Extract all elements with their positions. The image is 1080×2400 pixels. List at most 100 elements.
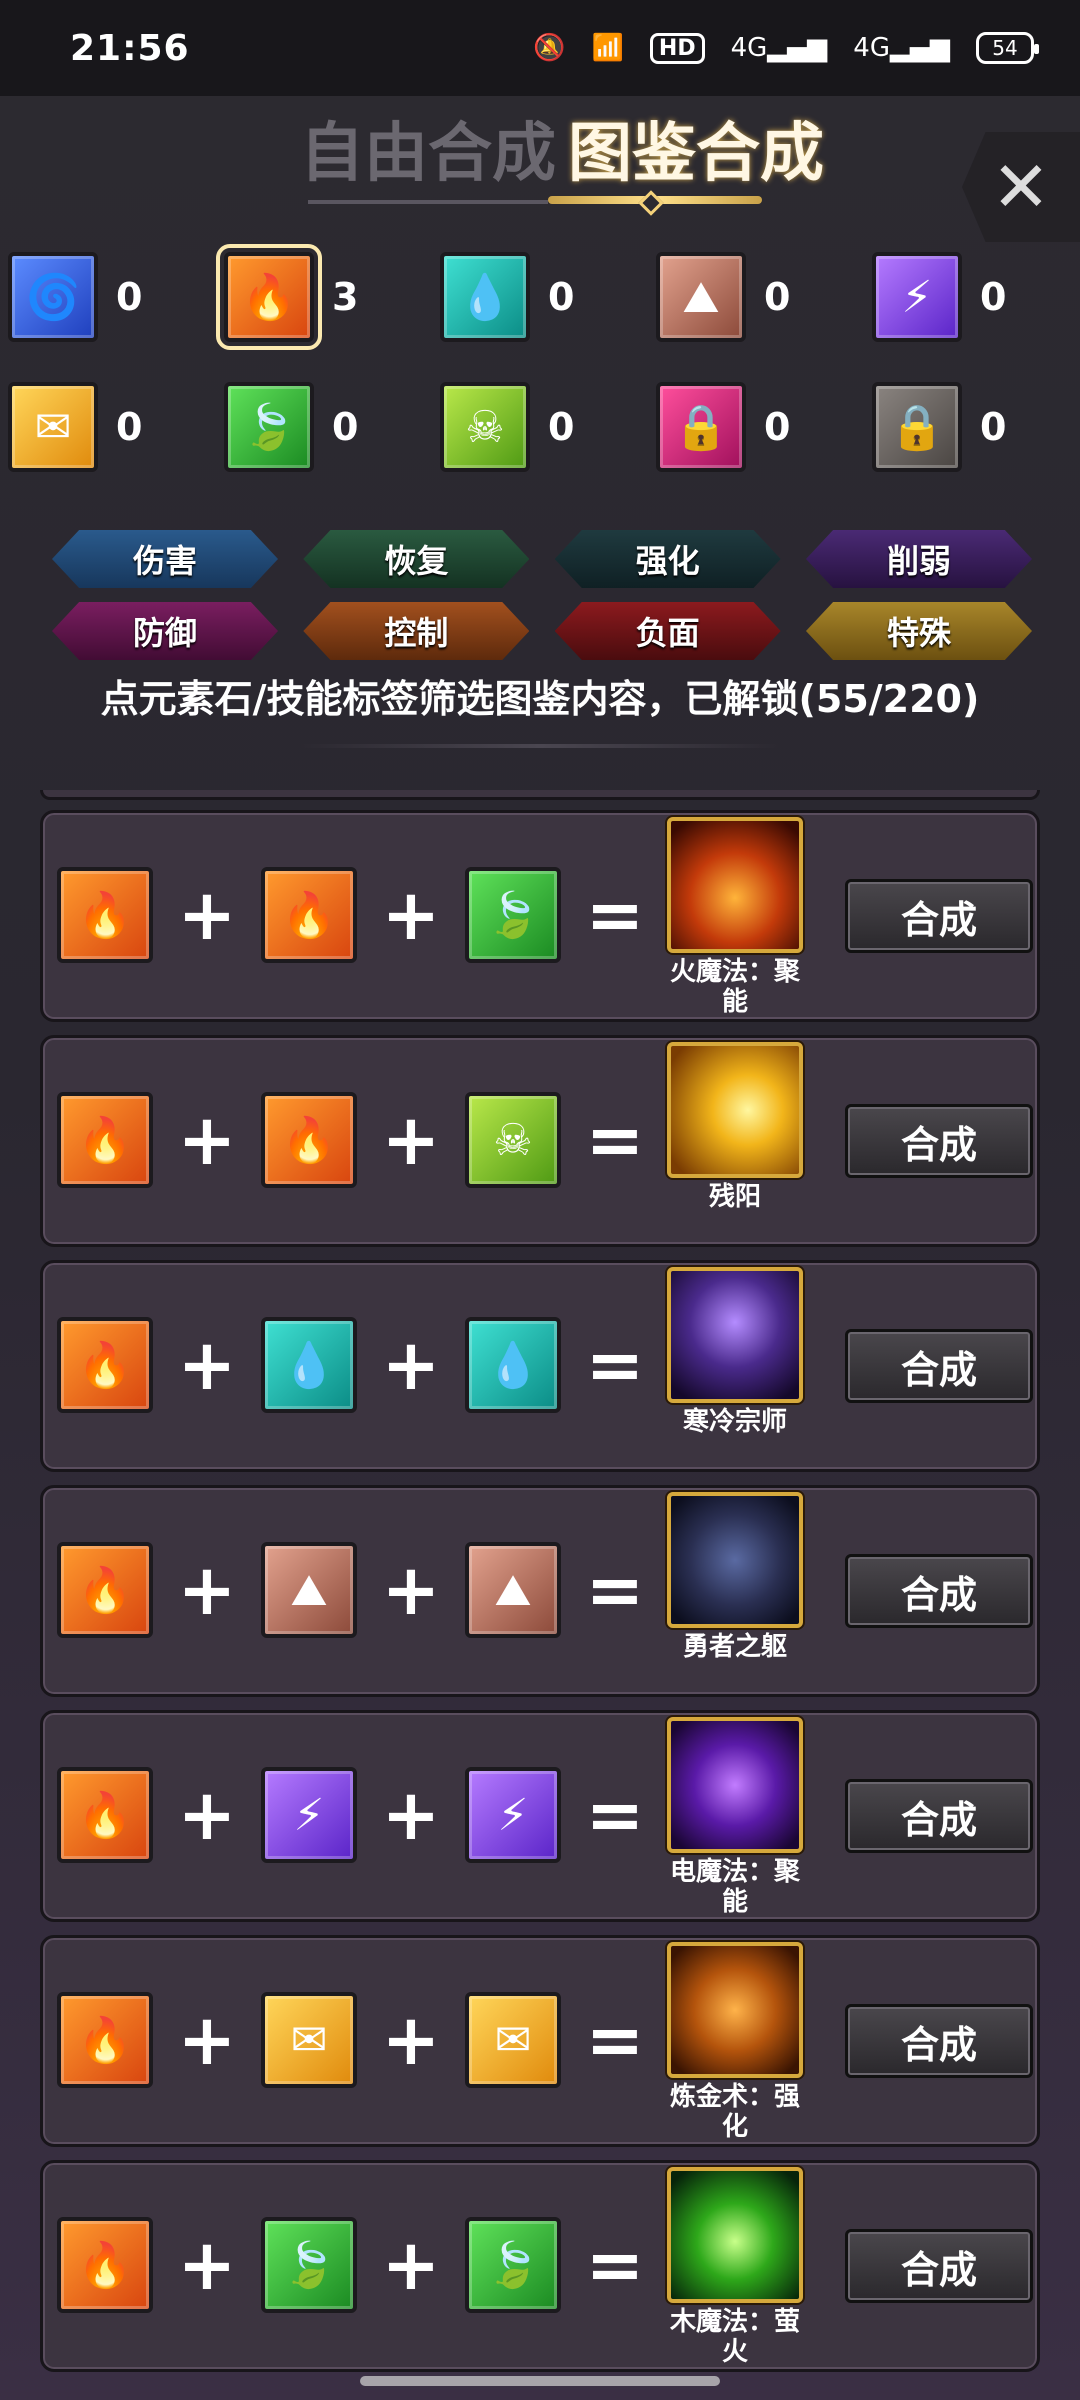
tag-row: 伤害 恢复 强化 削弱 [52, 530, 1032, 588]
combine-button[interactable]: 合成 [845, 1329, 1033, 1403]
plus-icon: + [177, 1549, 237, 1631]
earth-gem-icon: ⛰ [261, 1542, 357, 1638]
tab-codex-synthesis[interactable]: 图鉴合成 [568, 102, 824, 194]
recipe-result[interactable]: 寒冷宗师 [665, 1267, 805, 1437]
recipe-formula: 🔥 + 💧 + 💧 = [57, 1317, 669, 1413]
gem-filter-water[interactable]: 💧 0 [432, 246, 648, 348]
combine-button[interactable]: 合成 [845, 2004, 1033, 2078]
signal-icon-2: 4G ▂▄▆ [853, 33, 950, 63]
earth-gem-icon[interactable]: ⛰ [656, 252, 746, 342]
wood-gem-icon[interactable]: 🍃 [224, 382, 314, 472]
fire-gem-icon: 🔥 [57, 867, 153, 963]
plus-icon: + [177, 1324, 237, 1406]
combine-button[interactable]: 合成 [845, 1104, 1033, 1178]
recipe-formula: 🔥 + ⛰ + ⛰ = [57, 1542, 669, 1638]
poison-gem-icon[interactable]: ☠ [440, 382, 530, 472]
plus-icon: + [381, 1549, 441, 1631]
previous-card-edge [40, 790, 1040, 800]
alchemy-icon [667, 1942, 803, 2078]
combine-button[interactable]: 合成 [845, 1554, 1033, 1628]
recipe-result[interactable]: 电魔法：聚能 [665, 1717, 805, 1917]
gem-filter-poison[interactable]: ☠ 0 [432, 376, 648, 478]
result-name: 木魔法：萤火 [669, 2307, 800, 2367]
home-indicator[interactable] [360, 2376, 720, 2386]
recipe-result[interactable]: 木魔法：萤火 [665, 2167, 805, 2367]
hd-icon: HD [649, 32, 705, 64]
equals-icon: = [585, 1099, 645, 1181]
plus-icon: + [381, 1324, 441, 1406]
tag-heal[interactable]: 恢复 [303, 530, 530, 588]
lock-icon[interactable]: 🔒 [656, 382, 746, 472]
recipe-formula: 🔥 + 🔥 + 🍃 = [57, 867, 669, 963]
gem-count: 0 [332, 405, 359, 449]
tab-free-synthesis[interactable]: 自由合成 [300, 102, 556, 194]
combine-button[interactable]: 合成 [845, 2229, 1033, 2303]
plus-icon: + [381, 874, 441, 956]
thunder-gem-icon[interactable]: ⚡ [872, 252, 962, 342]
gold-gem-icon[interactable]: ✉ [8, 382, 98, 472]
gem-count: 0 [764, 275, 791, 319]
gem-filter-locked-gray[interactable]: 🔒 0 [864, 376, 1080, 478]
gem-filter-gold[interactable]: ✉ 0 [0, 376, 216, 478]
tag-buff[interactable]: 强化 [554, 530, 781, 588]
recipe-card: 🔥 + 🔥 + 🍃 = 火魔法：聚能 合成 [40, 810, 1040, 1022]
recipe-result[interactable]: 炼金术：强化 [665, 1942, 805, 2142]
tag-negative[interactable]: 负面 [554, 602, 781, 660]
recipe-list[interactable]: 🔥 + 🔥 + 🍃 = 火魔法：聚能 合成 🔥 + 🔥 + ☠ = 残阳 合成 [40, 790, 1040, 2400]
gold-gem-icon: ✉ [261, 1992, 357, 2088]
wood-gem-icon: 🍃 [465, 867, 561, 963]
filter-hint-text: 点元素石/技能标签筛选图鉴内容，已解锁(55/220) [100, 677, 980, 721]
diamond-icon [638, 190, 664, 216]
recipe-result[interactable]: 火魔法：聚能 [665, 817, 805, 1017]
gold-gem-icon: ✉ [465, 1992, 561, 2088]
gem-filter-fire[interactable]: 🔥 3 [216, 244, 432, 350]
gem-filter-locked-pink[interactable]: 🔒 0 [648, 376, 864, 478]
fire-gem-icon: 🔥 [57, 1767, 153, 1863]
equals-icon: = [585, 1324, 645, 1406]
tag-row: 防御 控制 负面 特殊 [52, 602, 1032, 660]
gem-filter-wind[interactable]: 🌀 0 [0, 246, 216, 348]
gem-count: 0 [764, 405, 791, 449]
gem-filter-earth[interactable]: ⛰ 0 [648, 246, 864, 348]
status-icons: 🔕 📶 HD 4G ▂▄▆ 4G ▂▄▆ 54 [533, 32, 1039, 64]
recipe-result[interactable]: 勇者之躯 [665, 1492, 805, 1662]
plus-icon: + [381, 1999, 441, 2081]
signal-icon-1: 4G ▂▄▆ [730, 33, 828, 63]
fire-gem-icon: 🔥 [57, 2217, 153, 2313]
tag-damage[interactable]: 伤害 [52, 530, 278, 588]
plus-icon: + [177, 1999, 237, 2081]
tab-divider [308, 200, 548, 204]
fire-gem-icon: 🔥 [57, 1317, 153, 1413]
gem-row: ✉ 0 🍃 0 ☠ 0 🔒 0 🔒 0 [0, 376, 1080, 478]
recipe-formula: 🔥 + 🔥 + ☠ = [57, 1092, 669, 1188]
recipe-card: 🔥 + ✉ + ✉ = 炼金术：强化 合成 [40, 1935, 1040, 2147]
gem-filter-wood[interactable]: 🍃 0 [216, 376, 432, 478]
thunder-gem-icon: ⚡ [261, 1767, 357, 1863]
plus-icon: + [381, 2224, 441, 2306]
plus-icon: + [381, 1774, 441, 1856]
sun-burst-icon [667, 1042, 803, 1178]
wind-gem-icon[interactable]: 🌀 [8, 252, 98, 342]
water-gem-icon[interactable]: 💧 [440, 252, 530, 342]
header: 自由合成 图鉴合成 ✕ [0, 96, 1080, 242]
plus-icon: + [381, 1099, 441, 1181]
lock-icon[interactable]: 🔒 [872, 382, 962, 472]
gem-row: 🌀 0 🔥 3 💧 0 ⛰ 0 ⚡ 0 [0, 244, 1080, 350]
battery-icon: 54 [976, 32, 1039, 64]
equals-icon: = [585, 1774, 645, 1856]
result-name: 残阳 [708, 1182, 761, 1212]
tag-special[interactable]: 特殊 [805, 602, 1032, 660]
fire-gem-icon: 🔥 [57, 1092, 153, 1188]
combine-button[interactable]: 合成 [845, 1779, 1033, 1853]
tag-weaken[interactable]: 削弱 [805, 530, 1032, 588]
tag-control[interactable]: 控制 [303, 602, 530, 660]
tag-defense[interactable]: 防御 [52, 602, 278, 660]
fire-gem-icon[interactable]: 🔥 [216, 244, 322, 350]
earth-gem-icon: ⛰ [465, 1542, 561, 1638]
result-name: 寒冷宗师 [682, 1407, 787, 1437]
close-button[interactable]: ✕ [962, 132, 1080, 242]
combine-button[interactable]: 合成 [845, 879, 1033, 953]
recipe-result[interactable]: 残阳 [665, 1042, 805, 1212]
gem-filter-thunder[interactable]: ⚡ 0 [864, 246, 1080, 348]
gem-count: 0 [980, 405, 1007, 449]
